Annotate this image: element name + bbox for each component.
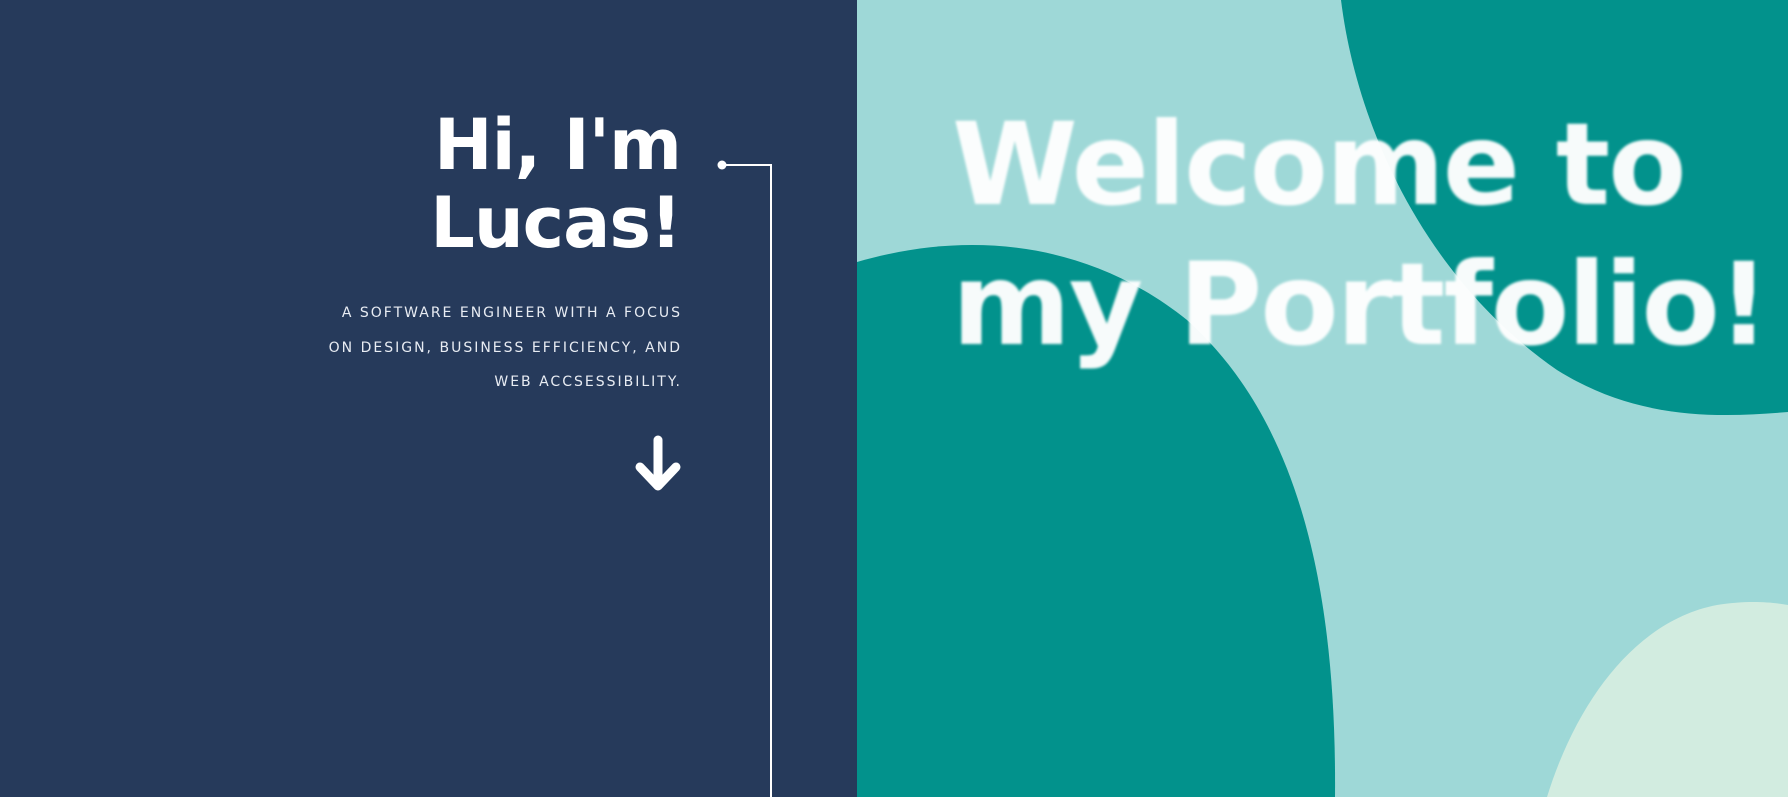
hero-heading-line-2: Lucas! — [430, 182, 682, 264]
welcome-heading: Welcome to my Portfolio! — [952, 95, 1770, 375]
page: Hi, I'm Lucas! A Software Engineer with … — [0, 0, 1788, 797]
hero-intro-panel: Hi, I'm Lucas! A Software Engineer with … — [0, 0, 857, 797]
hero-heading: Hi, I'm Lucas! — [430, 104, 682, 264]
welcome-heading-line-1: Welcome to — [952, 98, 1687, 231]
welcome-heading-line-2: my Portfolio! — [952, 238, 1770, 371]
welcome-banner: Welcome to my Portfolio! — [857, 0, 1788, 797]
arrow-down-icon — [635, 435, 681, 491]
timeline-connector — [717, 160, 772, 797]
hero-heading-line-1: Hi, I'm — [434, 104, 682, 186]
scroll-down-button[interactable] — [634, 434, 682, 494]
hero-subtitle: A Software Engineer with a focus on desi… — [328, 305, 682, 390]
